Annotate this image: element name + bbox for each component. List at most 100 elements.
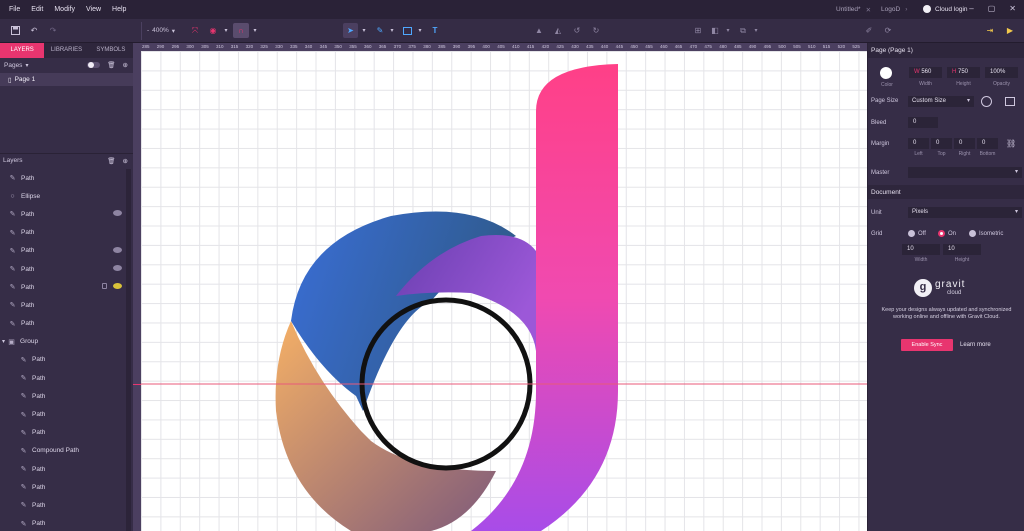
doc-tab-logod[interactable]: LogoD › [881,6,907,13]
grid-width-field[interactable]: 10 [902,244,940,255]
horizontal-ruler[interactable]: 285 290 295 300 305 310 315 320 325 330 335 340 345 3… [133,43,867,51]
lock-icon[interactable] [102,283,107,290]
link-margins-icon[interactable]: ⛓ [1006,139,1016,148]
close-icon[interactable]: ✕ [866,6,871,14]
rotate-right-icon[interactable]: ↻ [589,23,603,38]
margin-left-field[interactable]: 0 [908,138,929,149]
visibility-icon[interactable] [113,283,122,290]
unit-select[interactable]: Pixels ▾ [908,207,1022,218]
pages-toggle[interactable] [87,62,101,68]
pen-tool-icon[interactable]: ✎ [373,23,387,38]
rectangle-tool-icon[interactable] [400,23,414,38]
page-settings-icon[interactable] [1005,97,1015,106]
height-field[interactable]: H 750 [947,67,980,78]
layer-row[interactable]: ✎ Path [0,515,126,531]
layer-row[interactable]: ✎ Compound Path [0,442,126,460]
menu-view[interactable]: View [86,6,101,13]
layer-row[interactable]: ✎ Path [0,478,126,496]
layer-row[interactable]: ✎ Path [0,242,126,260]
grid-height-field[interactable]: 10 [943,244,981,255]
align-icon[interactable]: ⊞ [691,23,705,38]
vertical-ruler[interactable] [133,51,141,531]
tab-libraries[interactable]: LIBRARIES [44,43,88,58]
menu-edit[interactable]: Edit [31,6,43,13]
bleed-field[interactable]: 0 [908,117,938,128]
minimize-icon[interactable]: – [969,4,973,13]
visibility-icon[interactable] [113,210,122,217]
layer-row[interactable]: ✎ Path [0,315,126,333]
layer-row[interactable]: ✎ Path [0,169,126,187]
layer-row[interactable]: ✎ Path [0,224,126,242]
menu-file[interactable]: File [9,6,20,13]
chevron-down-icon[interactable]: ▾ [388,23,396,38]
shape-icon[interactable]: ▲ [532,23,546,38]
layer-row[interactable]: ✎ Path [0,351,126,369]
chevron-down-icon[interactable]: ▾ [360,23,368,38]
width-field[interactable]: W 560 [909,67,942,78]
arrange-icon[interactable]: ⧉ [736,23,750,38]
doc-tab-untitled[interactable]: Untitled* ✕ [836,6,871,14]
layer-row[interactable]: ✎ Path [0,424,126,442]
undo-icon[interactable]: ↶ [27,23,41,38]
menu-help[interactable]: Help [112,6,126,13]
trash-icon[interactable]: 🗑 [107,61,115,69]
layer-row[interactable]: ▾ ▣ Group [0,333,126,351]
chevron-down-icon[interactable]: ▾ [222,23,230,38]
page-size-select[interactable]: Custom Size ▾ [908,96,974,107]
layer-row[interactable]: ✎ Path [0,296,126,314]
fit-icon[interactable]: ⤧ [189,23,201,38]
layer-row[interactable]: ✎ Path [0,496,126,514]
grid-off-radio[interactable] [908,230,915,237]
layer-row[interactable]: ✎ Path [0,369,126,387]
chevron-down-icon[interactable]: ▾ [25,62,28,69]
play-icon[interactable]: ▶ [1003,23,1017,38]
layer-row[interactable]: ✎ Path [0,205,126,223]
color-swatch[interactable] [880,67,892,79]
export-icon[interactable]: ⇥ [983,23,997,38]
boolean-icon[interactable]: ◧ [708,23,722,38]
enable-sync-button[interactable]: Enable Sync [901,339,953,351]
tab-symbols[interactable]: SYMBOLS [89,43,133,58]
grid-isometric-radio[interactable] [969,230,976,237]
rotate-left-icon[interactable]: ↺ [570,23,584,38]
save-icon[interactable] [8,23,22,38]
page-item[interactable]: ▯ Page 1 [0,73,133,86]
canvas[interactable] [141,51,867,531]
window-close-icon[interactable]: ✕ [1009,4,1016,13]
flip-icon[interactable]: ◭ [551,23,565,38]
chevron-down-icon[interactable]: ▾ [251,23,259,38]
layer-row[interactable]: ✎ Path [0,387,126,405]
layer-row[interactable]: ✎ Path [0,278,126,296]
edit-icon[interactable]: ✐ [862,23,876,38]
chevron-down-icon[interactable]: ▾ [752,23,760,38]
opacity-field[interactable]: 100% [985,67,1018,78]
snap-icon[interactable]: ◉ [206,23,220,38]
magnet-icon[interactable]: ∩ [233,23,249,38]
master-select[interactable]: ▾ [908,167,1022,178]
layer-row[interactable]: ✎ Path [0,260,126,278]
margin-bottom-field[interactable]: 0 [977,138,998,149]
margin-right-field[interactable]: 0 [954,138,975,149]
pointer-tool-icon[interactable]: ➤ [343,23,358,38]
zoom-out-icon[interactable]: - [147,27,149,34]
zoom-control[interactable]: -400% ▾ [147,24,187,37]
expand-icon[interactable]: ▾ [2,338,5,345]
layer-row[interactable]: ✎ Path [0,405,126,423]
text-tool-icon[interactable]: T [428,23,442,38]
layer-row[interactable]: ○ Ellipse [0,187,126,205]
add-page-icon[interactable]: ⊕ [123,61,128,69]
grid-on-radio[interactable] [938,230,945,237]
chevron-down-icon[interactable]: ▾ [724,23,732,38]
add-layer-icon[interactable]: ⊕ [123,157,128,165]
redo-icon[interactable]: ↷ [46,23,60,38]
trash-icon[interactable]: 🗑 [107,157,115,165]
visibility-icon[interactable] [113,264,122,271]
margin-top-field[interactable]: 0 [931,138,952,149]
layer-row[interactable]: ✎ Path [0,460,126,478]
learn-more-link[interactable]: Learn more [960,339,991,351]
maximize-icon[interactable]: ▢ [988,4,996,13]
tab-layers[interactable]: LAYERS [0,43,45,58]
orientation-icon[interactable] [981,96,992,107]
visibility-icon[interactable] [113,246,122,253]
cloud-login-button[interactable]: Cloud login [923,5,968,13]
